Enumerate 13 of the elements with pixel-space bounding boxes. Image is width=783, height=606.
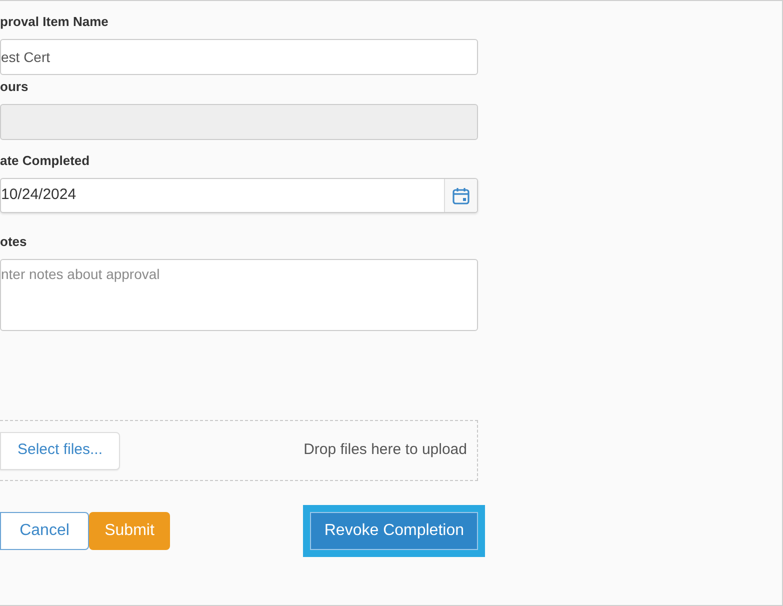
field-label: otes — [0, 233, 27, 251]
revoke-completion-button[interactable]: Revoke Completion — [303, 505, 485, 557]
field-label: proval Item Name — [0, 13, 108, 31]
text-input[interactable]: est Cert — [0, 39, 478, 75]
field-label: ours — [0, 78, 28, 96]
cancel-button[interactable]: Cancel — [0, 512, 89, 550]
calendar-icon — [452, 186, 470, 204]
file-drop-zone[interactable]: Select files... Drop files here to upload — [0, 420, 478, 481]
field-label: ate Completed — [0, 152, 90, 170]
calendar-button[interactable] — [444, 179, 477, 212]
drop-hint: Drop files here to upload — [304, 440, 467, 460]
notes-textarea[interactable]: nter notes about approval — [0, 259, 478, 331]
select-files-button[interactable]: Select files... — [0, 432, 120, 470]
